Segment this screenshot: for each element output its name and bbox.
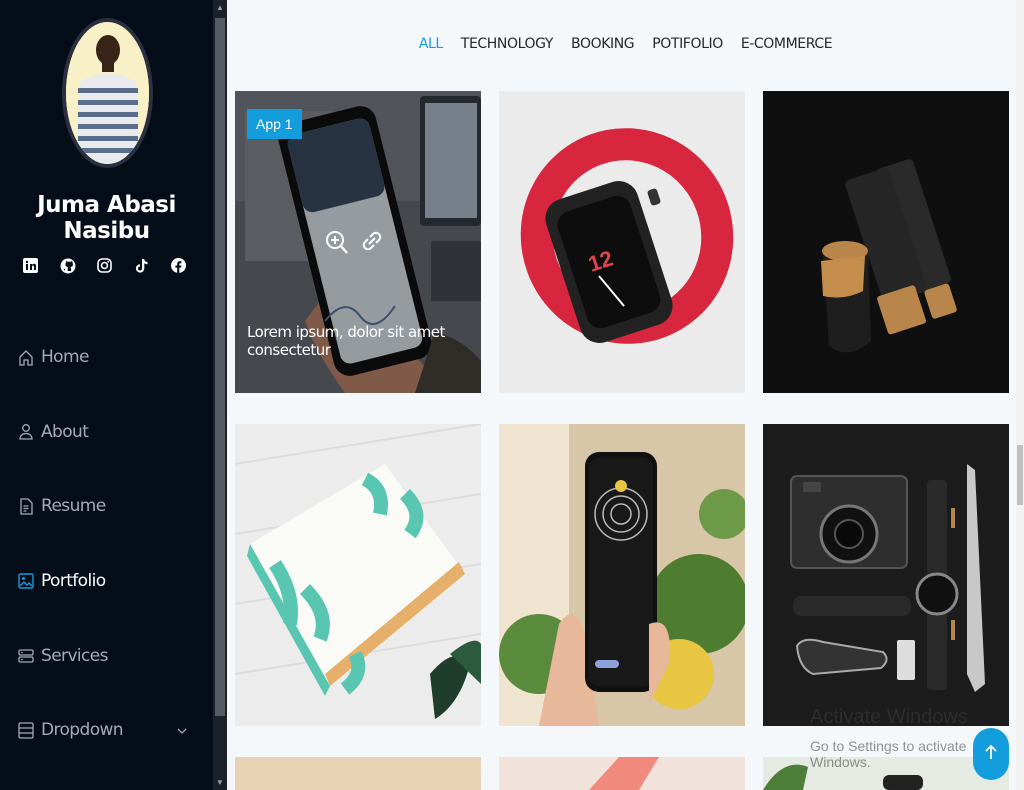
avatar bbox=[62, 18, 153, 168]
person-icon bbox=[18, 423, 34, 441]
portfolio-image-notebook bbox=[235, 424, 481, 726]
sidebar-scrollbar[interactable]: ▲ ▼ bbox=[213, 0, 227, 790]
portfolio-item-row3-1[interactable] bbox=[235, 757, 481, 790]
page-scrollbar-thumb[interactable] bbox=[1017, 445, 1023, 505]
portfolio-caption: Lorem ipsum, dolor sit amet consectetur bbox=[247, 323, 445, 359]
portfolio-item-watch[interactable]: 12 bbox=[499, 91, 745, 393]
portfolio-image-watch: 12 bbox=[499, 91, 745, 393]
filter-portfolio[interactable]: POTIFOLIO bbox=[652, 36, 723, 52]
portfolio-badge: App 1 bbox=[247, 109, 302, 139]
server-icon bbox=[18, 647, 34, 665]
portfolio-item-notebook[interactable] bbox=[235, 424, 481, 726]
github-icon[interactable] bbox=[59, 257, 76, 274]
menu-icon bbox=[18, 721, 34, 739]
link-icon[interactable] bbox=[361, 229, 383, 262]
home-icon bbox=[18, 348, 34, 366]
social-links bbox=[22, 257, 187, 274]
nav-item-portfolio[interactable]: Portfolio bbox=[0, 544, 213, 619]
sidebar-scrollbar-thumb[interactable] bbox=[215, 18, 225, 716]
filter-ecommerce[interactable]: E-COMMERCE bbox=[741, 36, 833, 52]
nav-label-portfolio: Portfolio bbox=[41, 571, 106, 592]
nav-item-dropdown[interactable]: Dropdown bbox=[0, 693, 213, 768]
sidebar: Juma Abasi Nasibu Home About Resume Port… bbox=[0, 0, 213, 790]
nav-label-services: Services bbox=[41, 645, 108, 666]
scroll-down-arrow[interactable]: ▼ bbox=[216, 778, 224, 787]
nav-item-about[interactable]: About bbox=[0, 395, 213, 470]
profile-name: Juma Abasi Nasibu bbox=[37, 192, 176, 244]
portfolio-image-row3-2 bbox=[499, 757, 745, 790]
chevron-down-icon bbox=[177, 723, 187, 737]
scroll-up-arrow[interactable]: ▲ bbox=[216, 3, 224, 12]
portfolio-filters: ALL TECHNOLOGY BOOKING POTIFOLIO E-COMME… bbox=[227, 36, 1024, 52]
nav-label-dropdown: Dropdown bbox=[41, 720, 124, 741]
arrow-up-icon bbox=[984, 744, 998, 765]
nav-item-resume[interactable]: Resume bbox=[0, 469, 213, 544]
filter-booking[interactable]: BOOKING bbox=[571, 36, 635, 52]
portfolio-image-wallet-app bbox=[499, 424, 745, 726]
nav-label-about: About bbox=[41, 421, 89, 442]
file-text-icon bbox=[18, 497, 34, 515]
portfolio-item-app1[interactable]: App 1 Lorem ipsum, dolor sit amet consec… bbox=[235, 91, 481, 393]
instagram-icon[interactable] bbox=[96, 257, 113, 274]
activate-windows-title: Activate Windows bbox=[810, 706, 968, 728]
portfolio-item-wallet[interactable] bbox=[499, 424, 745, 726]
filter-all[interactable]: ALL bbox=[419, 36, 443, 52]
linkedin-icon[interactable] bbox=[22, 257, 39, 274]
nav-item-services[interactable]: Services bbox=[0, 618, 213, 693]
filter-technology[interactable]: TECHNOLOGY bbox=[461, 36, 554, 52]
nav-label-home: Home bbox=[41, 347, 89, 368]
portfolio-image-cosmetics bbox=[763, 91, 1009, 393]
portfolio-item-cosmetics[interactable] bbox=[763, 91, 1009, 393]
nav-menu: Home About Resume Portfolio Services Dro… bbox=[0, 320, 213, 768]
nav-label-resume: Resume bbox=[41, 496, 106, 517]
back-to-top-button[interactable] bbox=[973, 728, 1009, 780]
tiktok-icon[interactable] bbox=[133, 257, 150, 274]
portfolio-image-gear bbox=[763, 424, 1009, 726]
portfolio-item-row3-2[interactable] bbox=[499, 757, 745, 790]
portfolio-item-gear[interactable] bbox=[763, 424, 1009, 726]
page-scrollbar[interactable] bbox=[1016, 0, 1024, 790]
nav-item-home[interactable]: Home bbox=[0, 320, 213, 395]
zoom-in-icon[interactable] bbox=[325, 229, 349, 262]
facebook-icon[interactable] bbox=[170, 257, 187, 274]
portfolio-actions bbox=[325, 229, 383, 262]
images-icon bbox=[18, 572, 34, 590]
